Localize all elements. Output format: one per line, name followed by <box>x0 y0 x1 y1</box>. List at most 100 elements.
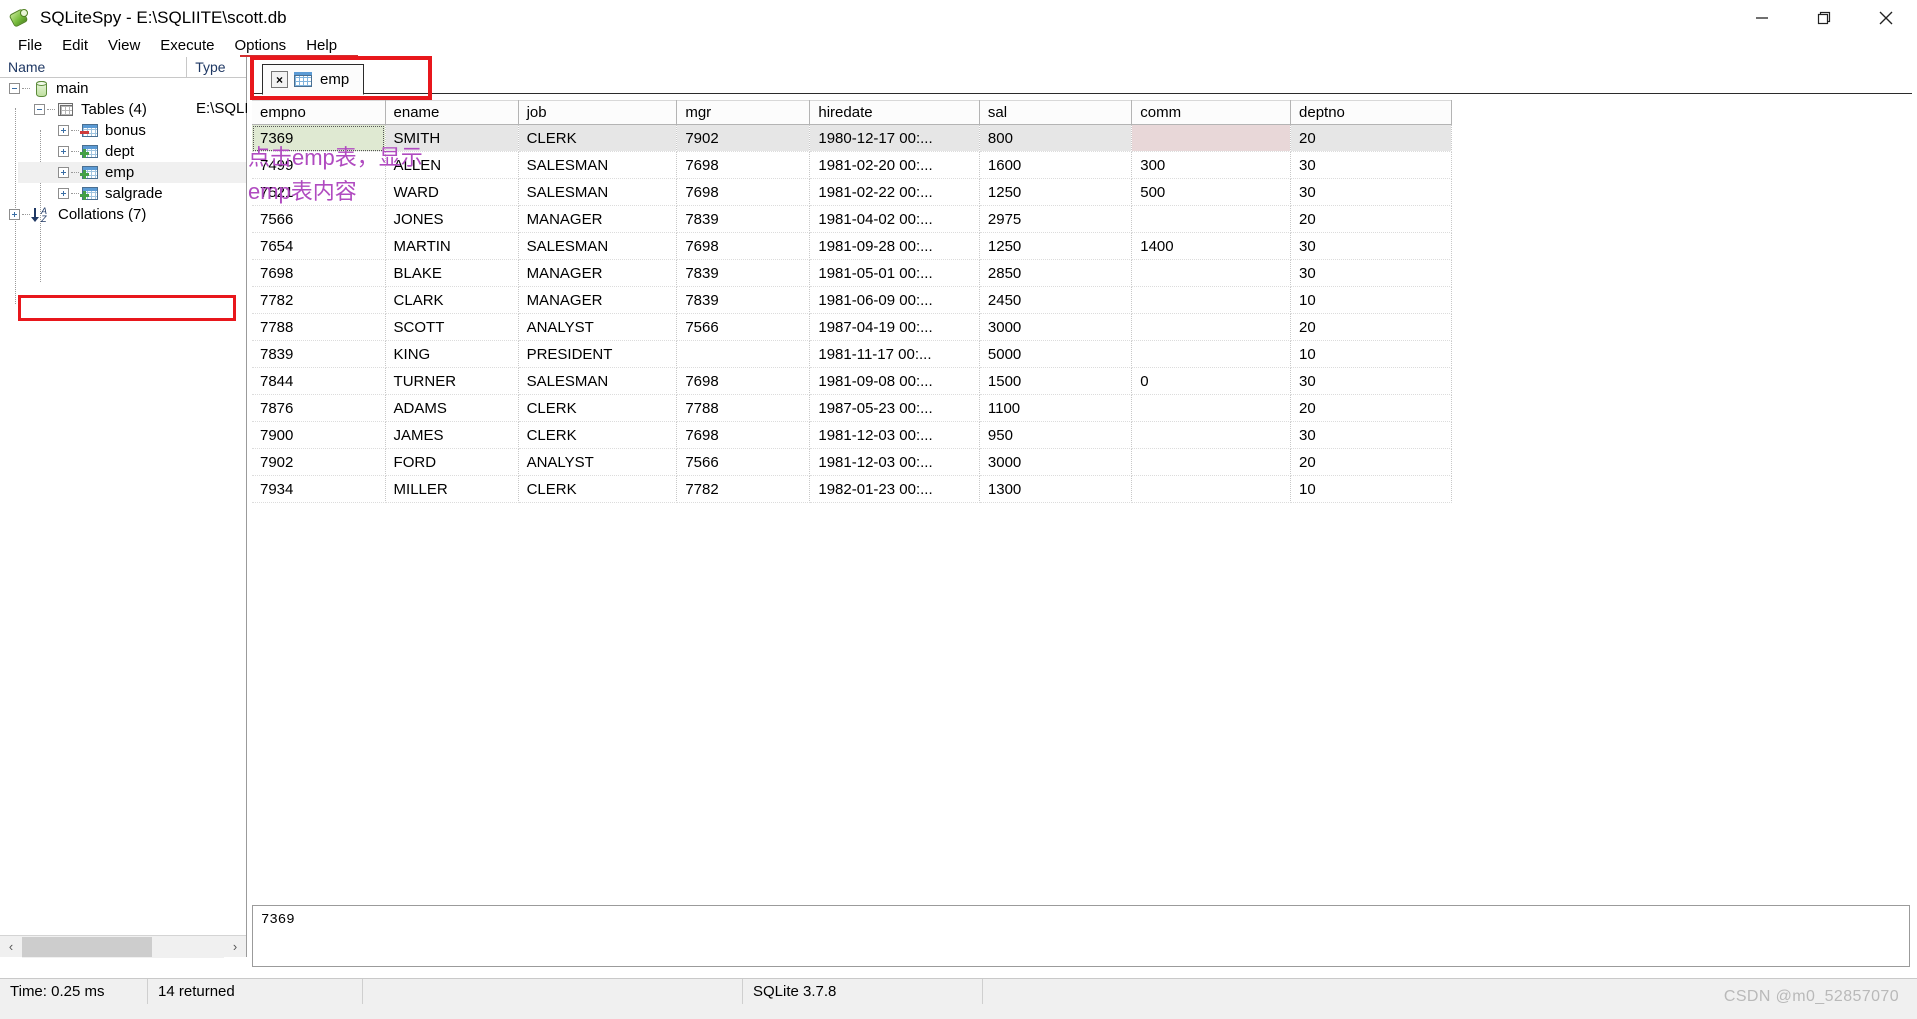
cell-deptno[interactable]: 20 <box>1290 205 1452 233</box>
cell-sal[interactable]: 1100 <box>979 394 1133 422</box>
cell-mgr[interactable]: 7902 <box>676 124 811 152</box>
cell-job[interactable]: SALESMAN <box>518 178 678 206</box>
expand-toggle-icon[interactable] <box>58 125 69 136</box>
cell-hiredate[interactable]: 1981-09-08 00:... <box>809 367 980 395</box>
cell-mgr[interactable]: 7782 <box>676 475 811 503</box>
tree-item-tables[interactable]: Tables (4) <box>0 99 246 120</box>
column-header-deptno[interactable]: deptno <box>1290 100 1452 125</box>
cell-sal[interactable]: 2450 <box>979 286 1133 314</box>
cell-sal[interactable]: 3000 <box>979 448 1133 476</box>
cell-value-editor[interactable]: 7369 <box>252 905 1910 967</box>
column-header-ename[interactable]: ename <box>385 100 519 125</box>
cell-ename[interactable]: MILLER <box>385 475 519 503</box>
table-row[interactable]: 7900 JAMES CLERK 7698 1981-12-03 00:... 950 30 <box>252 421 1452 449</box>
cell-sal[interactable]: 1250 <box>979 232 1133 260</box>
cell-comm[interactable]: 500 <box>1131 178 1292 206</box>
cell-comm[interactable] <box>1131 313 1292 341</box>
cell-job[interactable]: ANALYST <box>518 448 678 476</box>
tree-item-dept[interactable]: dept <box>0 141 246 162</box>
cell-comm[interactable] <box>1131 286 1292 314</box>
cell-empno[interactable]: 7654 <box>252 232 386 260</box>
cell-comm[interactable] <box>1131 421 1292 449</box>
table-row[interactable]: 7521 WARD SALESMAN 7698 1981-02-22 00:... 125… <box>252 178 1452 206</box>
cell-ename[interactable]: CLARK <box>385 286 519 314</box>
cell-job[interactable]: SALESMAN <box>518 232 678 260</box>
table-row[interactable]: 7788 SCOTT ANALYST 7566 1987-04-19 00:... 300… <box>252 313 1452 341</box>
cell-hiredate[interactable]: 1981-02-20 00:... <box>809 151 980 179</box>
cell-ename[interactable]: WARD <box>385 178 519 206</box>
minimize-icon[interactable] <box>1731 0 1793 36</box>
cell-hiredate[interactable]: 1981-06-09 00:... <box>809 286 980 314</box>
menu-item-execute[interactable]: Execute <box>150 36 224 55</box>
cell-mgr[interactable] <box>676 340 811 368</box>
cell-deptno[interactable]: 10 <box>1290 286 1452 314</box>
menu-item-view[interactable]: View <box>98 36 150 55</box>
tree-column-type[interactable]: Type <box>187 57 246 77</box>
cell-hiredate[interactable]: 1980-12-17 00:... <box>809 124 980 152</box>
cell-hiredate[interactable]: 1981-02-22 00:... <box>809 178 980 206</box>
cell-job[interactable]: PRESIDENT <box>518 340 678 368</box>
cell-sal[interactable]: 1300 <box>979 475 1133 503</box>
table-row[interactable]: 7698 BLAKE MANAGER 7839 1981-05-01 00:... 285… <box>252 259 1452 287</box>
cell-deptno[interactable]: 20 <box>1290 313 1452 341</box>
cell-mgr[interactable]: 7698 <box>676 232 811 260</box>
cell-deptno[interactable]: 20 <box>1290 394 1452 422</box>
cell-comm[interactable]: 1400 <box>1131 232 1292 260</box>
table-row[interactable]: 7839 KING PRESIDENT 1981-11-17 00:... 5000 10 <box>252 340 1452 368</box>
cell-ename[interactable]: ADAMS <box>385 394 519 422</box>
cell-empno[interactable]: 7934 <box>252 475 386 503</box>
cell-comm[interactable] <box>1131 394 1292 422</box>
table-row[interactable]: 7369 SMITH CLERK 7902 1980-12-17 00:... 800 20 <box>252 124 1452 152</box>
cell-mgr[interactable]: 7839 <box>676 259 811 287</box>
cell-job[interactable]: CLERK <box>518 124 678 152</box>
table-row[interactable]: 7902 FORD ANALYST 7566 1981-12-03 00:... 3000… <box>252 448 1452 476</box>
column-header-job[interactable]: job <box>518 100 678 125</box>
cell-ename[interactable]: KING <box>385 340 519 368</box>
cell-hiredate[interactable]: 1981-12-03 00:... <box>809 421 980 449</box>
cell-comm[interactable] <box>1131 205 1292 233</box>
cell-empno[interactable]: 7900 <box>252 421 386 449</box>
cell-deptno[interactable]: 30 <box>1290 421 1452 449</box>
menu-item-help[interactable]: Help <box>296 36 347 55</box>
cell-hiredate[interactable]: 1981-04-02 00:... <box>809 205 980 233</box>
cell-ename[interactable]: FORD <box>385 448 519 476</box>
cell-empno[interactable]: 7788 <box>252 313 386 341</box>
cell-mgr[interactable]: 7698 <box>676 178 811 206</box>
cell-hiredate[interactable]: 1981-11-17 00:... <box>809 340 980 368</box>
cell-sal[interactable]: 800 <box>979 124 1133 152</box>
results-grid-container[interactable]: empno ename job mgr hiredate sal comm de… <box>252 100 1912 900</box>
expand-toggle-icon[interactable] <box>9 209 20 220</box>
cell-comm[interactable] <box>1131 259 1292 287</box>
cell-hiredate[interactable]: 1982-01-23 00:... <box>809 475 980 503</box>
cell-job[interactable]: MANAGER <box>518 286 678 314</box>
cell-job[interactable]: MANAGER <box>518 259 678 287</box>
column-header-comm[interactable]: comm <box>1131 100 1292 125</box>
tree-item-salgrade[interactable]: salgrade <box>0 183 246 204</box>
cell-deptno[interactable]: 20 <box>1290 124 1452 152</box>
column-header-sal[interactable]: sal <box>979 100 1133 125</box>
tree-item-emp[interactable]: emp <box>0 162 246 183</box>
cell-mgr[interactable]: 7566 <box>676 313 811 341</box>
tree-item-bonus[interactable]: bonus <box>0 120 246 141</box>
cell-deptno[interactable]: 30 <box>1290 151 1452 179</box>
cell-comm[interactable]: 0 <box>1131 367 1292 395</box>
cell-job[interactable]: ANALYST <box>518 313 678 341</box>
cell-empno[interactable]: 7782 <box>252 286 386 314</box>
menu-item-edit[interactable]: Edit <box>52 36 98 55</box>
cell-empno[interactable]: 7839 <box>252 340 386 368</box>
table-row[interactable]: 7782 CLARK MANAGER 7839 1981-06-09 00:... 245… <box>252 286 1452 314</box>
cell-empno[interactable]: 7566 <box>252 205 386 233</box>
cell-comm[interactable] <box>1131 340 1292 368</box>
tree-horizontal-scrollbar[interactable]: ‹ › <box>0 935 246 958</box>
tree-column-name[interactable]: Name <box>0 57 188 77</box>
cell-ename[interactable]: JONES <box>385 205 519 233</box>
cell-comm[interactable] <box>1131 124 1292 152</box>
cell-deptno[interactable]: 20 <box>1290 448 1452 476</box>
cell-sal[interactable]: 2975 <box>979 205 1133 233</box>
cell-deptno[interactable]: 30 <box>1290 367 1452 395</box>
cell-empno[interactable]: 7876 <box>252 394 386 422</box>
close-icon[interactable]: × <box>271 71 288 88</box>
cell-mgr[interactable]: 7698 <box>676 421 811 449</box>
cell-sal[interactable]: 1600 <box>979 151 1133 179</box>
cell-ename[interactable]: MARTIN <box>385 232 519 260</box>
